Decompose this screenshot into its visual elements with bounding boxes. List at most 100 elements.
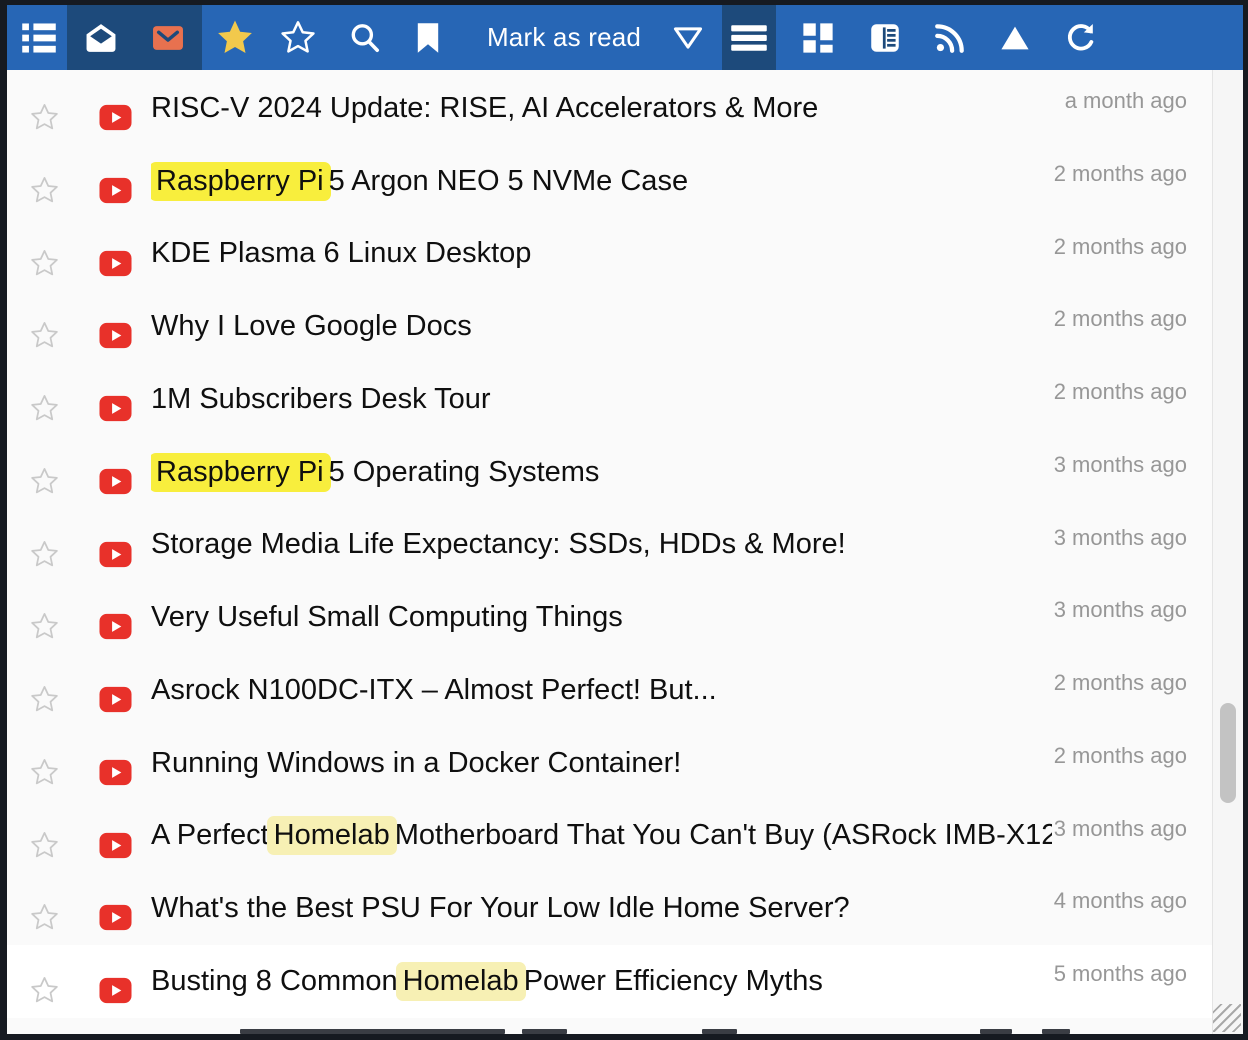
article-timestamp: 2 months ago	[1054, 306, 1187, 332]
open-envelope-icon	[83, 22, 119, 54]
youtube-icon	[99, 832, 132, 864]
article-timestamp: 2 months ago	[1054, 743, 1187, 769]
list-item[interactable]: Raspberry Pi 5 Operating Systems 3 month…	[7, 436, 1212, 509]
article-timestamp: 3 months ago	[1054, 525, 1187, 551]
list-item[interactable]: Raspberry Pi 5 Argon NEO 5 NVMe Case 2 m…	[7, 145, 1212, 218]
article-title[interactable]: Busting 8 Common Homelab Power Efficienc…	[151, 945, 1052, 1018]
article-title[interactable]: Storage Media Life Expectancy: SSDs, HDD…	[151, 509, 1052, 582]
youtube-icon	[99, 177, 132, 209]
show-all-items-button[interactable]	[67, 5, 135, 70]
star-filled-icon	[214, 18, 256, 58]
dashboard-button[interactable]	[791, 5, 845, 70]
star-icon[interactable]	[29, 611, 60, 647]
scroll-top-button[interactable]	[988, 5, 1042, 70]
reader-view-icon	[867, 20, 903, 56]
list-item[interactable]: Why I Love Google Docs 2 months ago	[7, 290, 1212, 363]
list-item[interactable]: Very Useful Small Computing Things 3 mon…	[7, 581, 1212, 654]
article-list: RISC-V 2024 Update: RISE, AI Accelerator…	[7, 70, 1212, 1034]
youtube-icon	[99, 468, 132, 500]
refresh-button[interactable]	[1054, 5, 1108, 70]
list-item[interactable]: RISC-V 2024 Update: RISE, AI Accelerator…	[7, 72, 1212, 145]
star-icon[interactable]	[29, 248, 60, 284]
article-timestamp: 3 months ago	[1054, 816, 1187, 842]
article-timestamp: 2 months ago	[1054, 670, 1187, 696]
star-icon[interactable]	[29, 466, 60, 502]
resize-grip-icon[interactable]	[1213, 1004, 1241, 1032]
dashboard-icon	[800, 20, 836, 56]
rss-icon	[933, 21, 967, 55]
youtube-icon	[99, 395, 132, 427]
star-icon[interactable]	[29, 902, 60, 938]
article-title[interactable]: What's the Best PSU For Your Low Idle Ho…	[151, 872, 1052, 945]
star-icon[interactable]	[29, 975, 60, 1011]
list-item[interactable]: Running Windows in a Docker Container! 2…	[7, 727, 1212, 800]
mark-as-read-label: Mark as read	[487, 22, 641, 53]
article-title[interactable]: Running Windows in a Docker Container!	[151, 727, 1052, 800]
star-outline-icon	[278, 19, 318, 57]
bookmark-button[interactable]	[401, 5, 455, 70]
article-timestamp: 3 months ago	[1054, 452, 1187, 478]
bookmark-icon	[413, 21, 443, 55]
list-view-icon	[20, 21, 58, 55]
article-title[interactable]: KDE Plasma 6 Linux Desktop	[151, 218, 1052, 291]
article-timestamp: 4 months ago	[1054, 888, 1187, 914]
list-item[interactable]: Asrock N100DC-ITX – Almost Perfect! But.…	[7, 654, 1212, 727]
article-title[interactable]: Asrock N100DC-ITX – Almost Perfect! But.…	[151, 654, 1052, 727]
list-item[interactable]: Busting 8 Common Homelab Power Efficienc…	[7, 945, 1212, 1018]
article-title[interactable]: Raspberry Pi 5 Operating Systems	[151, 436, 1052, 509]
list-item[interactable]: What's the Best PSU For Your Low Idle Ho…	[7, 872, 1212, 945]
youtube-icon	[99, 322, 132, 354]
toolbar: Mark as read	[7, 5, 1243, 70]
article-timestamp: 2 months ago	[1054, 161, 1187, 187]
star-icon[interactable]	[29, 830, 60, 866]
youtube-icon	[99, 250, 132, 282]
search-button[interactable]	[338, 5, 392, 70]
search-icon	[348, 21, 382, 55]
read-filter-group	[67, 5, 202, 70]
toggle-star-button[interactable]	[271, 5, 325, 70]
article-title[interactable]: Raspberry Pi 5 Argon NEO 5 NVMe Case	[151, 145, 1052, 218]
filter-down-icon	[672, 25, 704, 51]
star-icon[interactable]	[29, 393, 60, 429]
youtube-icon	[99, 904, 132, 936]
article-timestamp: 2 months ago	[1054, 234, 1187, 260]
show-unread-button[interactable]	[135, 5, 203, 70]
list-item[interactable]: A Perfect Homelab Motherboard That You C…	[7, 800, 1212, 873]
scrollbar-thumb[interactable]	[1220, 703, 1236, 803]
star-icon[interactable]	[29, 102, 60, 138]
mark-as-read-button[interactable]: Mark as read	[474, 5, 654, 70]
list-view-button[interactable]	[12, 5, 66, 70]
article-timestamp: 5 months ago	[1054, 961, 1187, 987]
list-item[interactable]: KDE Plasma 6 Linux Desktop 2 months ago	[7, 218, 1212, 291]
article-timestamp: a month ago	[1065, 88, 1187, 114]
article-title[interactable]: Very Useful Small Computing Things	[151, 581, 1052, 654]
star-icon[interactable]	[29, 757, 60, 793]
app-window: Mark as read	[0, 0, 1248, 1040]
list-item[interactable]: Storage Media Life Expectancy: SSDs, HDD…	[7, 509, 1212, 582]
youtube-icon	[99, 977, 132, 1009]
filter-button[interactable]	[661, 5, 715, 70]
unread-envelope-icon	[150, 22, 186, 54]
star-icon[interactable]	[29, 684, 60, 720]
article-title[interactable]: Why I Love Google Docs	[151, 290, 1052, 363]
star-icon[interactable]	[29, 320, 60, 356]
list-item[interactable]: 1M Subscribers Desk Tour 2 months ago	[7, 363, 1212, 436]
youtube-icon	[99, 104, 132, 136]
article-title[interactable]: A Perfect Homelab Motherboard That You C…	[151, 800, 1052, 873]
youtube-icon	[99, 759, 132, 791]
article-title[interactable]: 1M Subscribers Desk Tour	[151, 363, 1052, 436]
menu-button[interactable]	[722, 5, 776, 70]
article-timestamp: 2 months ago	[1054, 379, 1187, 405]
show-starred-button[interactable]	[208, 5, 262, 70]
youtube-icon	[99, 613, 132, 645]
refresh-icon	[1063, 20, 1099, 56]
star-icon[interactable]	[29, 539, 60, 575]
triangle-up-icon	[998, 23, 1032, 53]
reader-view-button[interactable]	[858, 5, 912, 70]
star-icon[interactable]	[29, 175, 60, 211]
scrollbar-track[interactable]	[1212, 70, 1243, 1034]
window-content: Mark as read	[7, 5, 1243, 1034]
youtube-icon	[99, 541, 132, 573]
article-title[interactable]: RISC-V 2024 Update: RISE, AI Accelerator…	[151, 72, 1052, 145]
feeds-button[interactable]	[923, 5, 977, 70]
